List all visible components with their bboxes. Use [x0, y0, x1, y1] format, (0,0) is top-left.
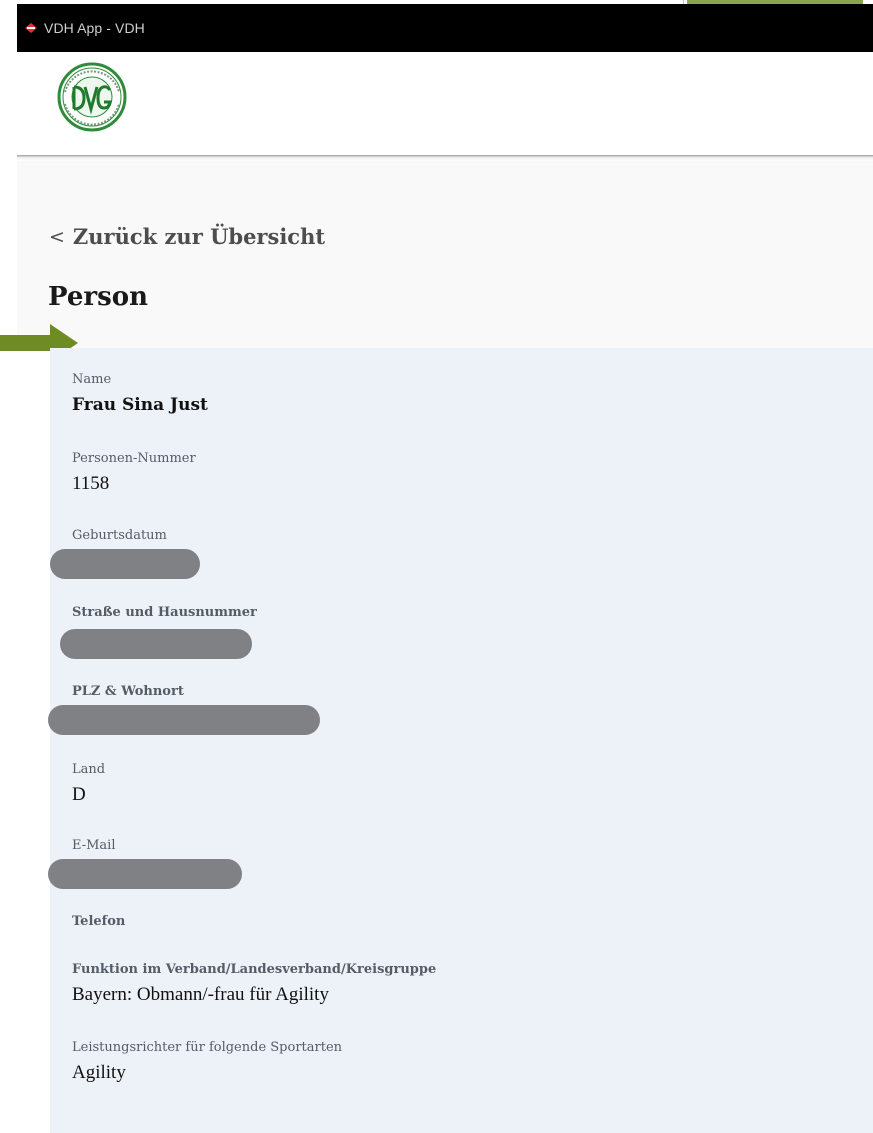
field-email: E-Mail: [72, 838, 116, 854]
function-label: Funktion im Verband/Landesverband/Kreisg…: [72, 962, 437, 977]
function-value: Bayern: Obmann/-frau für Agility: [72, 984, 329, 1005]
phone-label: Telefon: [72, 914, 126, 929]
person-number-value: 1158: [72, 473, 110, 494]
field-judge-sports: Leistungsrichter für folgende Sportarten…: [72, 1040, 342, 1084]
judge-label: Leistungsrichter für folgende Sportarten: [72, 1040, 343, 1055]
street-label: Straße und Hausnummer: [72, 605, 257, 620]
birthdate-label: Geburtsdatum: [72, 528, 167, 543]
field-country: Land D: [72, 762, 105, 806]
field-function: Funktion im Verband/Landesverband/Kreisg…: [72, 962, 436, 1006]
field-phone: Telefon: [72, 914, 125, 930]
person-number-label: Personen-Nummer: [72, 451, 196, 466]
back-link-label: Zurück zur Übersicht: [72, 224, 326, 249]
window-title: VDH App - VDH: [44, 20, 145, 36]
name-value: Frau Sina Just: [72, 395, 208, 415]
email-label: E-Mail: [72, 838, 116, 853]
country-value: D: [72, 784, 86, 805]
content-top-area: [17, 161, 873, 348]
email-redacted: [48, 859, 242, 889]
street-redacted: [60, 629, 252, 659]
window-titlebar: VDH App - VDH: [17, 4, 873, 52]
city-label: PLZ & Wohnort: [72, 684, 184, 699]
app-header: [17, 52, 873, 155]
judge-value: Agility: [72, 1062, 126, 1083]
country-label: Land: [72, 762, 106, 777]
field-city: PLZ & Wohnort: [72, 684, 184, 700]
back-to-overview-link[interactable]: < Zurück zur Übersicht: [49, 224, 325, 249]
field-name: Name Frau Sina Just: [72, 372, 208, 416]
dvg-logo[interactable]: [47, 62, 137, 132]
page-title: Person: [48, 282, 148, 312]
field-birthdate: Geburtsdatum: [72, 528, 167, 544]
birthdate-redacted: [50, 549, 200, 579]
name-label: Name: [72, 372, 112, 387]
field-street: Straße und Hausnummer: [72, 605, 257, 621]
city-redacted: [48, 705, 320, 735]
field-person-number: Personen-Nummer 1158: [72, 451, 196, 495]
chevron-left-icon: <: [49, 225, 65, 248]
app-diamond-icon: [24, 21, 38, 35]
